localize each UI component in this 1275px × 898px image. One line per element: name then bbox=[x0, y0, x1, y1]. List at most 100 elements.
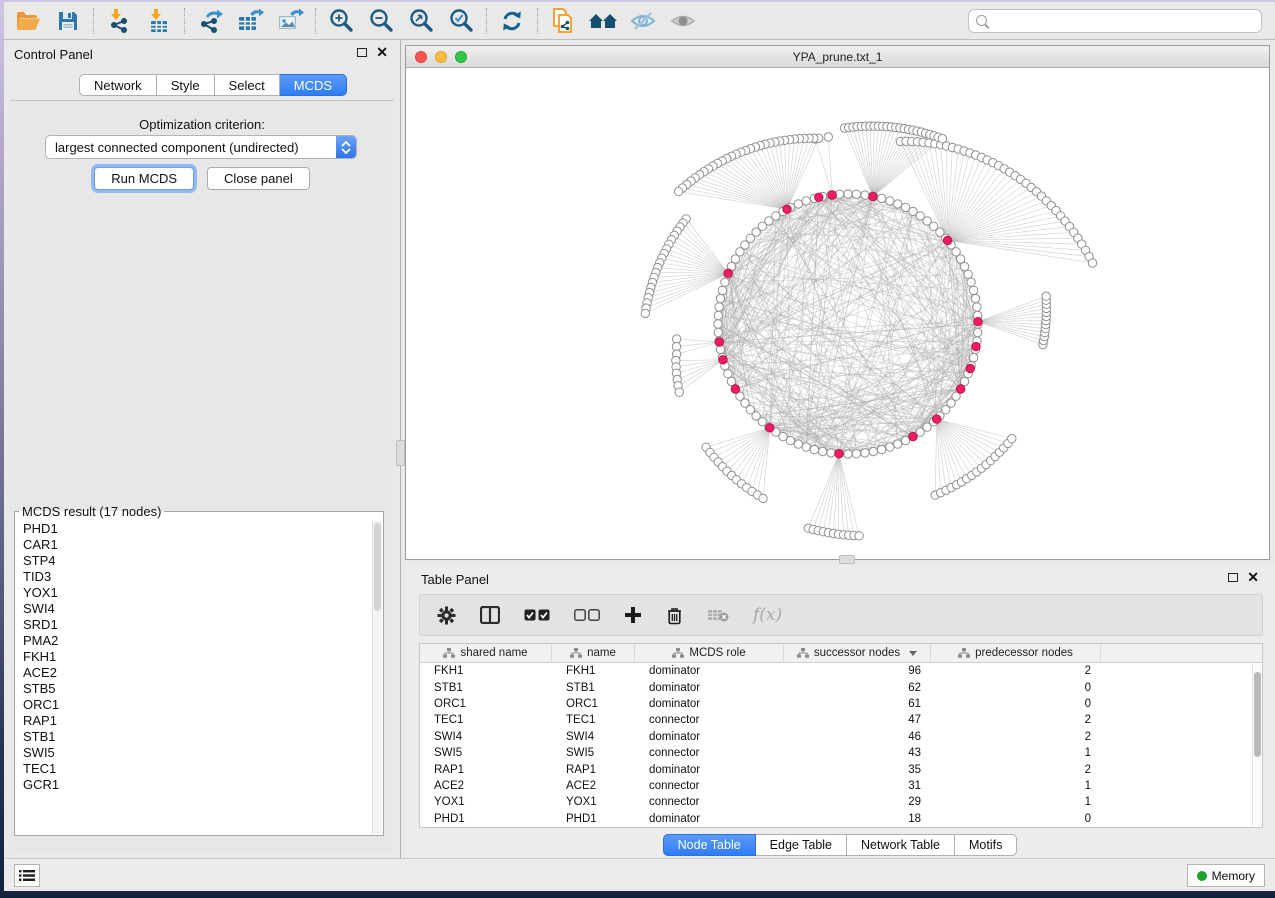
optimization-criterion-label: Optimization criterion: bbox=[10, 117, 394, 132]
show-all-icon[interactable] bbox=[663, 5, 703, 37]
control-panel: Control Panel ✕ Network Style Select MCD… bbox=[4, 40, 401, 858]
memory-button[interactable]: Memory bbox=[1187, 864, 1265, 887]
tab-motifs[interactable]: Motifs bbox=[955, 834, 1017, 856]
table-scrollbar[interactable] bbox=[1252, 664, 1262, 826]
status-list-button[interactable] bbox=[14, 864, 40, 887]
export-table-icon[interactable] bbox=[230, 5, 270, 37]
column-header-predecessor-nodes[interactable]: predecessor nodes bbox=[931, 644, 1101, 662]
run-mcds-button[interactable]: Run MCDS bbox=[94, 167, 194, 190]
settings-gear-icon[interactable] bbox=[437, 606, 456, 625]
function-builder-icon[interactable]: f(x) bbox=[753, 605, 782, 625]
node-table-body[interactable]: FKH1FKH1dominator962STB1STB1dominator620… bbox=[420, 663, 1262, 827]
toolbar-separator bbox=[537, 8, 538, 34]
import-table-icon[interactable] bbox=[139, 5, 179, 37]
tab-style[interactable]: Style bbox=[157, 74, 215, 96]
main-toolbar bbox=[4, 2, 1275, 40]
delete-table-icon[interactable] bbox=[707, 608, 729, 622]
select-all-icon[interactable] bbox=[524, 609, 550, 621]
zoom-out-icon[interactable] bbox=[361, 5, 401, 37]
mcds-result-item[interactable]: SWI4 bbox=[23, 601, 371, 617]
deselect-all-icon[interactable] bbox=[574, 609, 600, 621]
search-input[interactable] bbox=[992, 14, 1261, 28]
mcds-result-item[interactable]: SRD1 bbox=[23, 617, 371, 633]
mcds-result-item[interactable]: RAP1 bbox=[23, 713, 371, 729]
column-header-successor-nodes[interactable]: successor nodes bbox=[784, 644, 931, 662]
mcds-result-item[interactable]: YOX1 bbox=[23, 585, 371, 601]
hide-selected-icon[interactable] bbox=[623, 5, 663, 37]
tab-edge-table[interactable]: Edge Table bbox=[756, 834, 847, 856]
horizontal-splitter-handle[interactable] bbox=[839, 555, 855, 564]
network-window-titlebar[interactable]: YPA_prune.txt_1 bbox=[406, 46, 1269, 68]
mcds-result-item[interactable]: GCR1 bbox=[23, 777, 371, 793]
mcds-result-item[interactable]: CAR1 bbox=[23, 537, 371, 553]
add-column-icon[interactable] bbox=[624, 606, 642, 624]
memory-label: Memory bbox=[1212, 869, 1255, 883]
table-row[interactable]: TEC1TEC1connector472 bbox=[420, 712, 1262, 728]
table-row[interactable]: SWI4SWI4dominator462 bbox=[420, 729, 1262, 745]
close-table-panel-icon[interactable]: ✕ bbox=[1247, 572, 1259, 582]
search-box[interactable] bbox=[968, 9, 1262, 33]
node-table-header-row: shared namenameMCDS rolesuccessor nodesp… bbox=[420, 644, 1262, 663]
sort-descending-icon bbox=[909, 651, 917, 656]
refresh-layout-icon[interactable] bbox=[492, 5, 532, 37]
mcds-result-item[interactable]: STB1 bbox=[23, 729, 371, 745]
table-row[interactable]: YOX1YOX1connector291 bbox=[420, 794, 1262, 810]
mcds-result-item[interactable]: STP4 bbox=[23, 553, 371, 569]
mcds-result-item[interactable]: PMA2 bbox=[23, 633, 371, 649]
optimization-criterion-select[interactable]: largest connected component (undirected) bbox=[45, 135, 357, 159]
mcds-result-item[interactable]: STB5 bbox=[23, 681, 371, 697]
table-row[interactable]: STB1STB1dominator620 bbox=[420, 679, 1262, 695]
toolbar-separator bbox=[93, 8, 94, 34]
export-image-icon[interactable] bbox=[270, 5, 310, 37]
mcds-result-item[interactable]: ORC1 bbox=[23, 697, 371, 713]
zoom-selected-icon[interactable] bbox=[441, 5, 481, 37]
mcds-result-item[interactable]: PHD1 bbox=[23, 521, 371, 537]
column-header-shared-name[interactable]: shared name bbox=[420, 644, 552, 662]
save-session-icon[interactable] bbox=[48, 5, 88, 37]
node-table: shared namenameMCDS rolesuccessor nodesp… bbox=[419, 643, 1263, 828]
network-canvas[interactable] bbox=[406, 68, 1269, 559]
tab-select[interactable]: Select bbox=[215, 74, 280, 96]
column-header-name[interactable]: name bbox=[552, 644, 635, 662]
table-row[interactable]: SWI5SWI5connector431 bbox=[420, 745, 1262, 761]
column-header-MCDS-role[interactable]: MCDS role bbox=[635, 644, 784, 662]
tab-node-table[interactable]: Node Table bbox=[663, 834, 756, 856]
copy-network-icon[interactable] bbox=[543, 5, 583, 37]
optimization-criterion-value: largest connected component (undirected) bbox=[46, 140, 336, 155]
close-panel-button[interactable]: Close panel bbox=[207, 167, 310, 190]
mcds-result-item[interactable]: ACE2 bbox=[23, 665, 371, 681]
mcds-panel: Optimization criterion: largest connecte… bbox=[10, 100, 394, 852]
float-table-panel-icon[interactable] bbox=[1228, 573, 1238, 582]
open-file-icon[interactable] bbox=[8, 5, 48, 37]
table-tabs: Node Table Edge Table Network Table Moti… bbox=[405, 834, 1275, 856]
mcds-result-item[interactable]: TID3 bbox=[23, 569, 371, 585]
mcds-result-item[interactable]: SWI5 bbox=[23, 745, 371, 761]
first-neighbors-icon[interactable] bbox=[583, 5, 623, 37]
table-row[interactable]: FKH1FKH1dominator962 bbox=[420, 663, 1262, 679]
show-columns-icon[interactable] bbox=[480, 606, 500, 624]
table-panel: Table Panel ✕ bbox=[405, 565, 1275, 858]
table-row[interactable]: ACE2ACE2connector311 bbox=[420, 778, 1262, 794]
network-view-window: YPA_prune.txt_1 bbox=[405, 45, 1270, 560]
toolbar-separator bbox=[184, 8, 185, 34]
close-panel-icon[interactable]: ✕ bbox=[376, 47, 388, 57]
zoom-in-icon[interactable] bbox=[321, 5, 361, 37]
table-row[interactable]: PHD1PHD1dominator180 bbox=[420, 811, 1262, 827]
export-network-icon[interactable] bbox=[190, 5, 230, 37]
delete-column-icon[interactable] bbox=[666, 606, 683, 625]
float-panel-icon[interactable] bbox=[357, 48, 367, 57]
mcds-result-item[interactable]: FKH1 bbox=[23, 649, 371, 665]
table-row[interactable]: ORC1ORC1dominator610 bbox=[420, 696, 1262, 712]
network-window-title: YPA_prune.txt_1 bbox=[406, 50, 1269, 64]
mcds-result-list[interactable]: PHD1CAR1STP4TID3YOX1SWI4SRD1PMA2FKH1ACE2… bbox=[15, 521, 371, 835]
tab-network-table[interactable]: Network Table bbox=[847, 834, 955, 856]
mcds-result-scrollbar[interactable] bbox=[372, 521, 382, 834]
import-network-icon[interactable] bbox=[99, 5, 139, 37]
mcds-result-item[interactable]: TEC1 bbox=[23, 761, 371, 777]
list-icon bbox=[19, 869, 35, 882]
tab-network[interactable]: Network bbox=[79, 74, 157, 96]
tab-mcds[interactable]: MCDS bbox=[280, 74, 347, 96]
zoom-fit-icon[interactable] bbox=[401, 5, 441, 37]
vertical-splitter-handle[interactable] bbox=[396, 440, 405, 466]
table-row[interactable]: RAP1RAP1dominator352 bbox=[420, 761, 1262, 777]
